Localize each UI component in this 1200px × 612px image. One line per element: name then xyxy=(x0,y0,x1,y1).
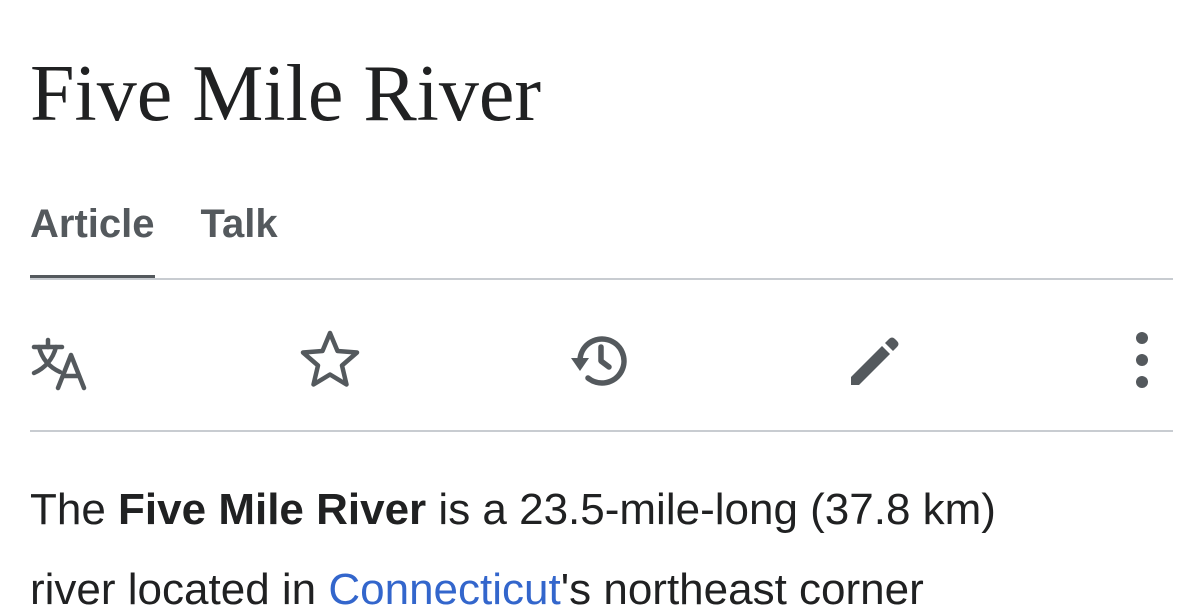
page-actions-toolbar xyxy=(0,300,1200,420)
language-icon xyxy=(31,337,87,391)
page-tabs: Article Talk xyxy=(30,196,324,280)
watch-button[interactable] xyxy=(290,320,370,400)
tabs-divider xyxy=(30,278,1173,280)
intro-text: The xyxy=(30,485,119,534)
edit-pencil-icon xyxy=(851,337,899,385)
intro-text-line2: river located in xyxy=(30,565,329,612)
tab-article[interactable]: Article xyxy=(30,196,155,280)
history-button[interactable] xyxy=(560,320,640,400)
article-content: The Five Mile River is a 23.5-mile-long … xyxy=(30,470,1180,612)
intro-text-continued: is a 23.5-mile-long (37.8 km) xyxy=(426,485,996,534)
intro-text-line2-end: 's northeast corner xyxy=(560,565,924,612)
more-vertical-icon xyxy=(1136,332,1148,388)
language-button[interactable] xyxy=(20,320,100,400)
tab-talk[interactable]: Talk xyxy=(201,196,278,280)
article-subject-bold: Five Mile River xyxy=(118,485,427,534)
toolbar-divider xyxy=(30,430,1173,432)
page-title: Five Mile River xyxy=(30,50,542,138)
edit-button[interactable] xyxy=(832,320,912,400)
star-icon xyxy=(300,330,360,387)
more-options-button[interactable] xyxy=(1102,320,1182,400)
intro-line-2: river located in Connecticut's northeast… xyxy=(30,550,1180,612)
intro-line-1: The Five Mile River is a 23.5-mile-long … xyxy=(30,470,1180,550)
connecticut-link[interactable]: Connecticut xyxy=(328,565,560,612)
history-icon xyxy=(571,336,627,386)
